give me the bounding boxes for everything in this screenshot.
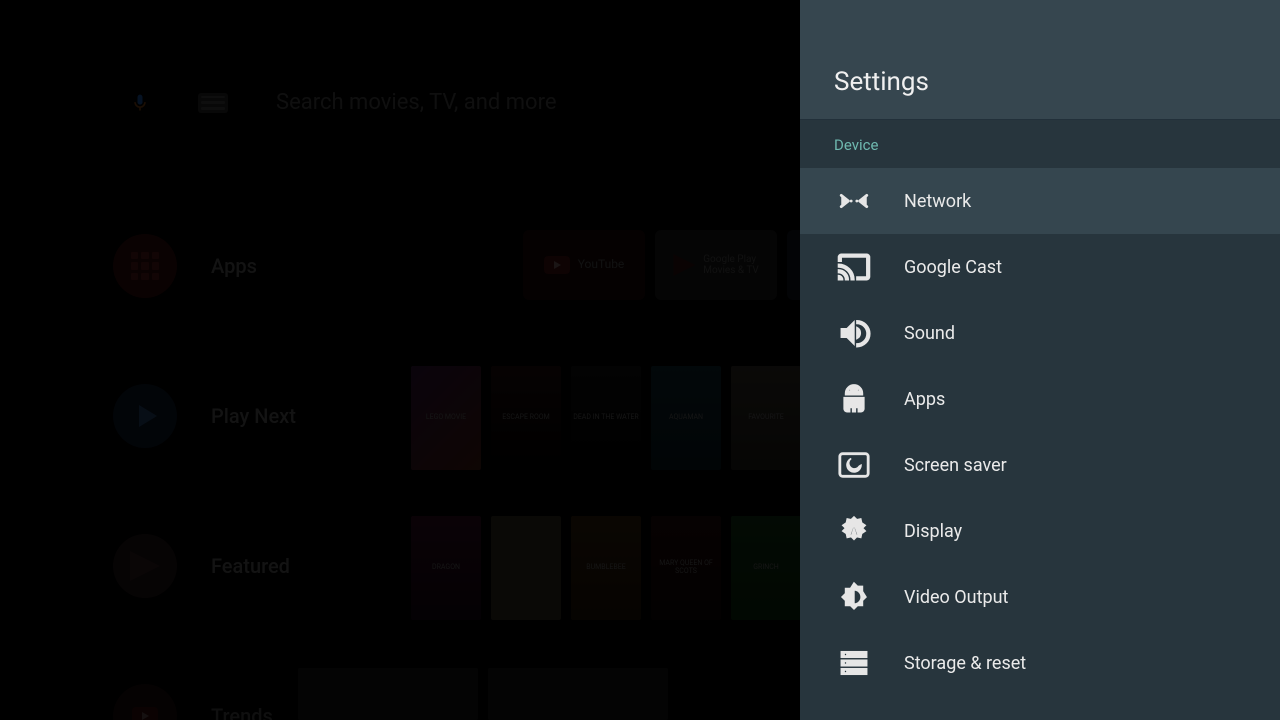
row-apps-label: Apps (211, 254, 257, 278)
menu-item-screen-saver[interactable]: Screen saver (800, 432, 1280, 498)
play-next-icon[interactable] (113, 384, 177, 448)
menu-item-apps[interactable]: Apps (800, 366, 1280, 432)
poster[interactable] (491, 516, 561, 620)
search-bar[interactable]: Search movies, TV, and more (130, 90, 557, 115)
menu-item-label: Storage & reset (904, 653, 1026, 674)
row-play-next: Play Next LEGO MOVIE ESCAPE ROOM DEAD IN… (113, 384, 296, 448)
menu-item-label: Apps (904, 389, 945, 410)
menu-item-video-output[interactable]: Video Output (800, 564, 1280, 630)
poster[interactable]: ESCAPE ROOM (491, 366, 561, 470)
menu-item-label: Google Cast (904, 257, 1002, 278)
apps-icon[interactable] (113, 234, 177, 298)
android-icon (834, 382, 874, 416)
row-featured: Featured DRAGON BUMBLEBEE MARY QUEEN OF … (113, 534, 290, 598)
app-label: YouTube (578, 258, 625, 271)
cast-icon (834, 250, 874, 284)
keyboard-icon[interactable] (198, 93, 228, 113)
settings-panel: Settings Device Network Google Cast S (800, 0, 1280, 720)
menu-item-network[interactable]: Network (800, 168, 1280, 234)
row-trends: Trends (113, 684, 273, 720)
ethernet-icon (834, 184, 874, 218)
display-auto-icon: A (834, 514, 874, 548)
search-placeholder: Search movies, TV, and more (276, 90, 557, 115)
menu-item-display[interactable]: A Display (800, 498, 1280, 564)
settings-title: Settings (834, 67, 929, 97)
menu-item-storage-reset[interactable]: Storage & reset (800, 630, 1280, 696)
menu-item-label: Network (904, 191, 971, 212)
row-featured-label: Featured (211, 554, 290, 578)
settings-header: Settings (800, 0, 1280, 120)
poster[interactable]: DEAD IN THE WATER (571, 366, 641, 470)
app-label: Google Play Movies & TV (703, 254, 759, 276)
featured-icon[interactable] (113, 534, 177, 598)
menu-item-label: Display (904, 521, 962, 542)
trends-posters (298, 668, 668, 720)
settings-section-device: Device (800, 120, 1280, 168)
poster[interactable]: FAVOURITE (731, 366, 801, 470)
settings-menu: Network Google Cast Sound Apps (800, 168, 1280, 720)
menu-item-label: Screen saver (904, 455, 1007, 476)
brightness-icon (834, 580, 874, 614)
app-tile-youtube[interactable]: YouTube (523, 230, 645, 300)
storage-icon (834, 646, 874, 680)
youtube-icon (544, 256, 570, 274)
row-apps: Apps YouTube Google Play Movies & TV (113, 234, 257, 298)
app-tile-google-play-movies[interactable]: Google Play Movies & TV (655, 230, 777, 300)
sound-icon (834, 316, 874, 350)
svg-text:A: A (849, 523, 858, 538)
row-trends-label: Trends (211, 704, 273, 720)
menu-item-label: Video Output (904, 587, 1008, 608)
play-movies-icon (673, 254, 695, 276)
row-play-next-label: Play Next (211, 404, 296, 428)
poster[interactable]: AQUAMAN (651, 366, 721, 470)
featured-posters: DRAGON BUMBLEBEE MARY QUEEN OF SCOTS GRI… (411, 516, 801, 620)
poster[interactable]: MARY QUEEN OF SCOTS (651, 516, 721, 620)
poster[interactable] (488, 668, 668, 720)
poster[interactable]: BUMBLEBEE (571, 516, 641, 620)
mic-icon[interactable] (130, 91, 150, 115)
trends-icon[interactable] (113, 684, 177, 720)
poster[interactable]: DRAGON (411, 516, 481, 620)
menu-item-google-cast[interactable]: Google Cast (800, 234, 1280, 300)
poster[interactable]: GRINCH (731, 516, 801, 620)
poster[interactable] (298, 668, 478, 720)
menu-item-sound[interactable]: Sound (800, 300, 1280, 366)
screen-saver-icon (834, 448, 874, 482)
poster[interactable]: LEGO MOVIE (411, 366, 481, 470)
play-next-posters: LEGO MOVIE ESCAPE ROOM DEAD IN THE WATER… (411, 366, 801, 470)
menu-item-label: Sound (904, 323, 955, 344)
